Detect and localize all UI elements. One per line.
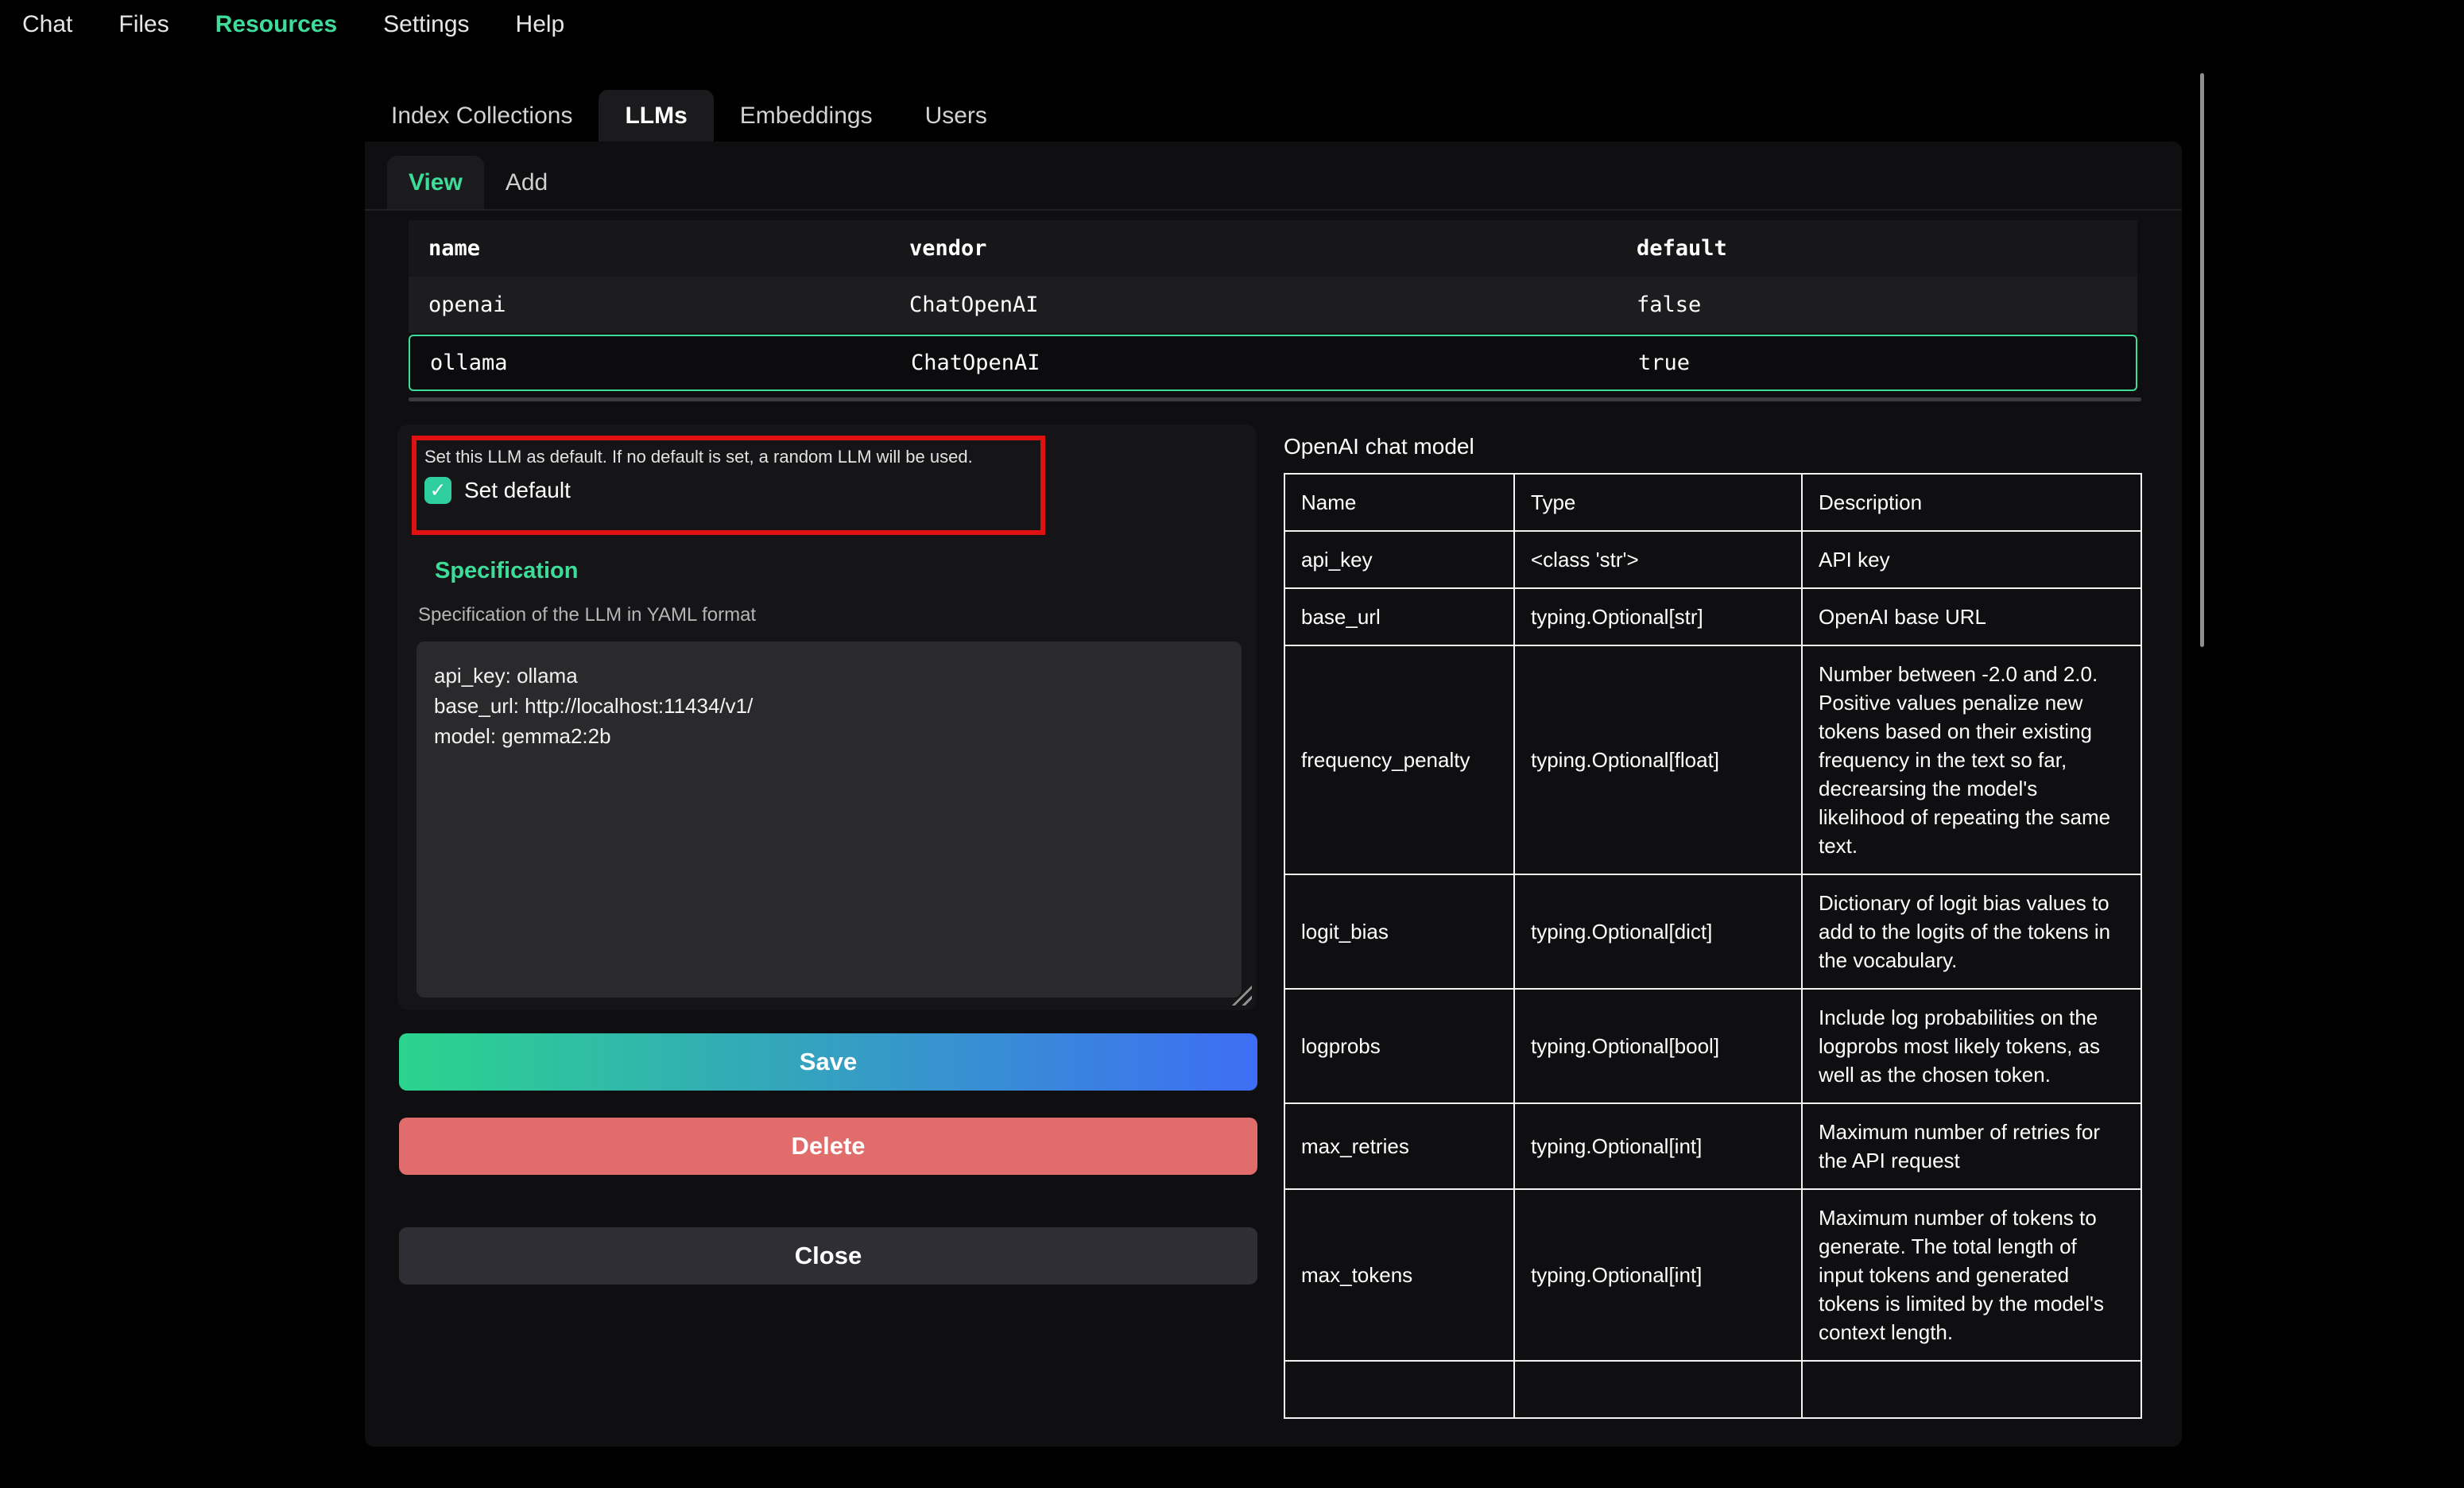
- tab-llms[interactable]: LLMs: [599, 90, 713, 141]
- model-param-type: typing.Optional[bool]: [1514, 989, 1802, 1103]
- model-param-type: typing.Optional[float]: [1514, 645, 1802, 874]
- save-button[interactable]: Save: [399, 1033, 1257, 1091]
- model-param-description: API key: [1802, 531, 2141, 588]
- llm-header-name: name: [409, 236, 889, 261]
- model-param-name: api_key: [1284, 531, 1514, 588]
- close-button[interactable]: Close: [399, 1227, 1257, 1285]
- model-param-name: logit_bias: [1284, 874, 1514, 989]
- llm-subtabs: View Add: [387, 156, 569, 209]
- llm-table-cell: false: [1617, 293, 2137, 317]
- llms-panel: View Add name vendor default openaiChatO…: [365, 141, 2182, 1447]
- model-param-description: Maximum number of tokens to generate. Th…: [1802, 1189, 2141, 1361]
- model-param-name: base_url: [1284, 588, 1514, 645]
- model-param-type: typing.Optional[str]: [1514, 588, 1802, 645]
- model-param-cell: [1514, 1361, 1802, 1418]
- model-table-header-row: Name Type Description: [1284, 474, 2141, 531]
- set-default-row: ✓ Set default: [424, 477, 1040, 504]
- model-param-type: <class 'str'>: [1514, 531, 1802, 588]
- llm-table: name vendor default openaiChatOpenAIfals…: [409, 220, 2137, 391]
- model-param-name: frequency_penalty: [1284, 645, 1514, 874]
- model-table-row: max_retriestyping.Optional[int]Maximum n…: [1284, 1103, 2141, 1189]
- model-table-row: base_urltyping.Optional[str]OpenAI base …: [1284, 588, 2141, 645]
- llm-table-cell: ChatOpenAI: [889, 293, 1617, 317]
- model-table-row: max_tokenstyping.Optional[int]Maximum nu…: [1284, 1189, 2141, 1361]
- set-default-checkbox[interactable]: ✓: [424, 477, 451, 504]
- model-table-row-clipped: [1284, 1361, 2141, 1418]
- llm-header-vendor: vendor: [889, 236, 1617, 261]
- model-param-cell: [1284, 1361, 1514, 1418]
- tab-embeddings[interactable]: Embeddings: [714, 90, 899, 141]
- model-table-row: frequency_penaltytyping.Optional[float]N…: [1284, 645, 2141, 874]
- model-param-name: logprobs: [1284, 989, 1514, 1103]
- model-info-title: OpenAI chat model: [1284, 434, 1474, 459]
- llm-table-cell: ollama: [410, 351, 891, 375]
- model-table-body: api_key<class 'str'>API keybase_urltypin…: [1284, 531, 2141, 1418]
- annotation-highlight-box: Set this LLM as default. If no default i…: [412, 436, 1045, 535]
- llm-table-header: name vendor default: [409, 220, 2137, 277]
- llm-table-cell: openai: [409, 293, 889, 317]
- model-table-row: logprobstyping.Optional[bool]Include log…: [1284, 989, 2141, 1103]
- subtab-view[interactable]: View: [387, 156, 484, 209]
- model-header-type: Type: [1514, 474, 1802, 531]
- nav-item-files[interactable]: Files: [118, 11, 169, 38]
- llm-table-cell: true: [1618, 351, 2139, 375]
- subtab-add[interactable]: Add: [484, 156, 569, 209]
- llm-detail-card: Set this LLM as default. If no default i…: [397, 424, 1257, 1010]
- set-default-label: Set default: [464, 478, 571, 503]
- model-param-type: typing.Optional[int]: [1514, 1189, 1802, 1361]
- llm-table-body: openaiChatOpenAIfalseollamaChatOpenAItru…: [409, 277, 2137, 391]
- checkmark-icon: ✓: [430, 479, 447, 502]
- model-header-name: Name: [1284, 474, 1514, 531]
- model-table-row: api_key<class 'str'>API key: [1284, 531, 2141, 588]
- resource-tabs: Index Collections LLMs Embeddings Users: [365, 90, 1013, 141]
- model-param-type: typing.Optional[int]: [1514, 1103, 1802, 1189]
- model-param-description: OpenAI base URL: [1802, 588, 2141, 645]
- llm-header-default: default: [1617, 236, 2137, 261]
- nav-item-settings[interactable]: Settings: [383, 11, 469, 38]
- nav-item-chat[interactable]: Chat: [22, 11, 72, 38]
- model-param-description: Number between -2.0 and 2.0. Positive va…: [1802, 645, 2141, 874]
- nav-item-resources[interactable]: Resources: [215, 11, 337, 38]
- model-param-name: max_retries: [1284, 1103, 1514, 1189]
- delete-button[interactable]: Delete: [399, 1118, 1257, 1175]
- model-info-table: Name Type Description api_key<class 'str…: [1284, 473, 2142, 1419]
- tab-users[interactable]: Users: [899, 90, 1013, 141]
- model-param-name: max_tokens: [1284, 1189, 1514, 1361]
- model-param-description: Maximum number of retries for the API re…: [1802, 1103, 2141, 1189]
- llm-table-horizontal-scrollbar[interactable]: [409, 397, 2141, 401]
- subtab-divider: [365, 209, 2182, 211]
- model-param-description: Dictionary of logit bias values to add t…: [1802, 874, 2141, 989]
- yaml-editor[interactable]: api_key: ollama base_url: http://localho…: [416, 641, 1242, 998]
- llm-table-row[interactable]: ollamaChatOpenAItrue: [409, 335, 2137, 391]
- model-info-table-wrap: Name Type Description api_key<class 'str…: [1284, 473, 2147, 1447]
- model-table-row: logit_biastyping.Optional[dict]Dictionar…: [1284, 874, 2141, 989]
- model-param-description: Include log probabilities on the logprob…: [1802, 989, 2141, 1103]
- top-nav: Chat Files Resources Settings Help: [0, 0, 564, 49]
- model-param-cell: [1802, 1361, 2141, 1418]
- model-param-type: typing.Optional[dict]: [1514, 874, 1802, 989]
- page-scrollbar[interactable]: [2200, 73, 2204, 647]
- specification-subtitle: Specification of the LLM in YAML format: [418, 604, 756, 626]
- model-header-description: Description: [1802, 474, 2141, 531]
- specification-title: Specification: [435, 558, 579, 584]
- set-default-hint: Set this LLM as default. If no default i…: [424, 447, 1040, 467]
- llm-table-row[interactable]: openaiChatOpenAIfalse: [409, 277, 2137, 333]
- tab-index-collections[interactable]: Index Collections: [365, 90, 599, 141]
- nav-item-help[interactable]: Help: [516, 11, 565, 38]
- llm-table-cell: ChatOpenAI: [891, 351, 1618, 375]
